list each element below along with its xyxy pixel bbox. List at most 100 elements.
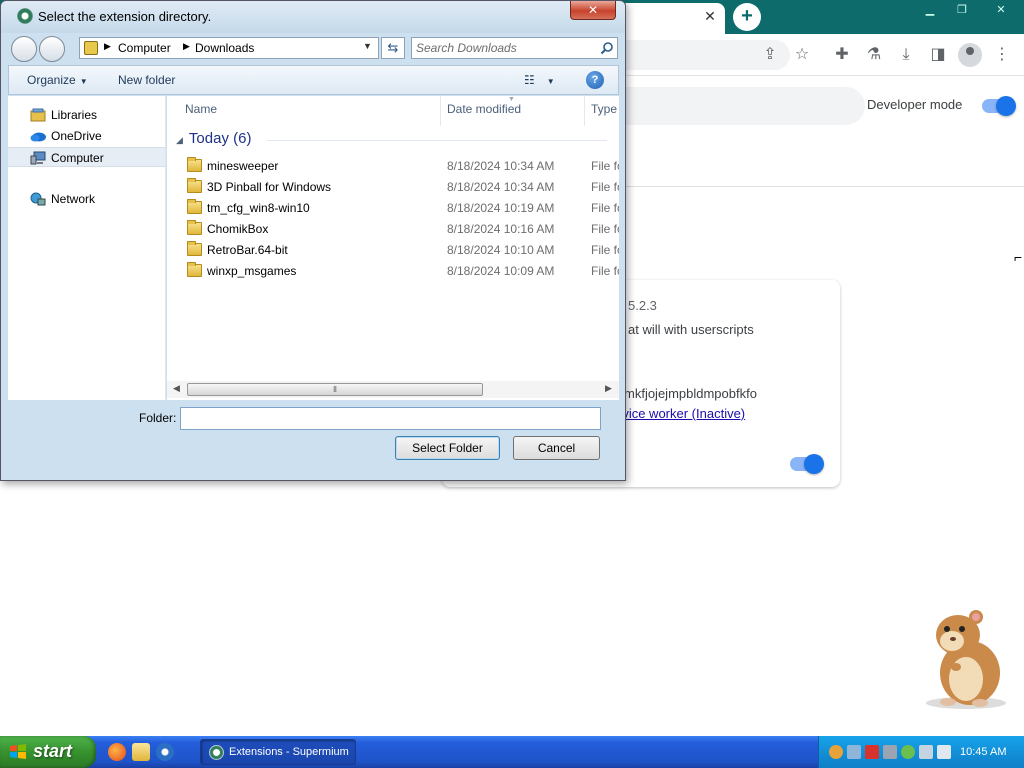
cancel-button[interactable]: Cancel	[513, 436, 600, 460]
taskbar: start Extensions - Supermium 10:45 AM	[0, 736, 1024, 768]
group-header-today[interactable]: ◢ Today (6)	[176, 130, 251, 147]
folder-input[interactable]	[180, 407, 601, 430]
column-header-name[interactable]: Name	[185, 102, 217, 116]
select-folder-dialog: Select the extension directory. ✕ ▶ Comp…	[0, 0, 626, 481]
address-dropdown-icon[interactable]: ▼	[363, 41, 372, 51]
folder-icon	[187, 262, 202, 277]
search-input[interactable]	[416, 40, 591, 56]
file-type: File fo	[591, 201, 619, 215]
dialog-close-button[interactable]: ✕	[570, 1, 616, 20]
column-header-type[interactable]: Type	[591, 102, 617, 116]
new-folder-button[interactable]: New folder	[118, 73, 175, 87]
tools-tray-icon[interactable]	[883, 745, 897, 759]
nav-item-libraries[interactable]: Libraries	[8, 105, 165, 125]
developer-mode-label: Developer mode	[867, 97, 963, 112]
clock[interactable]: 10:45 AM	[960, 746, 1006, 758]
extension-description: at will with userscripts	[628, 322, 754, 337]
status-tray-icon[interactable]	[901, 745, 915, 759]
search-box[interactable]	[411, 37, 618, 59]
computer-icon	[30, 151, 46, 165]
search-icon[interactable]	[600, 41, 614, 55]
breadcrumb-downloads[interactable]: Downloads	[195, 41, 254, 55]
scroll-right-icon[interactable]: ▶	[605, 383, 612, 394]
search-tray-icon[interactable]	[829, 745, 843, 759]
service-worker-link[interactable]: rvice worker (Inactive)	[618, 406, 745, 421]
security-shield-icon[interactable]	[865, 745, 879, 759]
file-type: File fo	[591, 222, 619, 236]
file-name: 3D Pinball for Windows	[207, 180, 332, 194]
minimize-icon[interactable]: ▁	[914, 0, 946, 20]
command-bar: Organize ▼ New folder ☷ ▼ ?	[8, 65, 619, 95]
file-type: File fo	[591, 159, 619, 173]
taskbar-button-extensions[interactable]: Extensions - Supermium	[200, 739, 356, 765]
firefox-icon[interactable]	[108, 743, 126, 761]
organize-menu[interactable]: Organize ▼	[27, 73, 88, 87]
file-date: 8/18/2024 10:34 AM	[447, 180, 555, 194]
file-date: 8/18/2024 10:34 AM	[447, 159, 555, 173]
browser-close-icon[interactable]: ✕	[978, 0, 1024, 20]
select-folder-button[interactable]: Select Folder	[395, 436, 500, 460]
column-header-date-modified[interactable]: Date modified	[447, 102, 521, 116]
file-date: 8/18/2024 10:19 AM	[447, 201, 555, 215]
folder-icon	[187, 157, 202, 172]
side-panel-icon[interactable]: ◨	[926, 43, 950, 67]
file-date: 8/18/2024 10:09 AM	[447, 264, 555, 278]
nav-label-computer: Computer	[51, 151, 104, 165]
file-row[interactable]: minesweeper 8/18/2024 10:34 AM File fo	[167, 155, 619, 176]
breadcrumb-separator-icon[interactable]: ▶	[183, 41, 190, 52]
download-icon[interactable]: ⤓	[894, 43, 918, 67]
scroll-left-icon[interactable]: ◀	[173, 383, 180, 394]
forward-button[interactable]	[39, 36, 65, 62]
file-explorer-icon[interactable]	[132, 743, 150, 761]
breadcrumb-separator-icon[interactable]: ▶	[104, 41, 111, 52]
nav-item-onedrive[interactable]: OneDrive	[8, 126, 165, 146]
profile-avatar[interactable]	[958, 43, 982, 67]
organize-label: Organize	[27, 73, 76, 87]
column-divider[interactable]	[584, 96, 585, 126]
lab-flask-icon[interactable]: ⚗	[862, 43, 886, 67]
display-tray-icon[interactable]	[919, 745, 933, 759]
folder-icon	[187, 199, 202, 214]
breadcrumb-computer[interactable]: Computer	[118, 41, 171, 55]
refresh-icon[interactable]: ⇆	[381, 37, 405, 59]
bookmark-star-icon[interactable]: ☆	[790, 43, 814, 67]
browser-quicklaunch-icon[interactable]	[156, 743, 174, 761]
group-header-label: Today (6)	[188, 130, 252, 147]
restore-icon[interactable]: ❐	[946, 0, 978, 20]
group-divider	[267, 140, 607, 141]
share-icon[interactable]: ⇪	[758, 43, 782, 67]
start-button[interactable]: start	[0, 736, 96, 768]
help-icon[interactable]: ?	[586, 71, 604, 89]
nav-item-computer[interactable]: Computer	[8, 147, 165, 167]
extension-enable-toggle[interactable]	[790, 454, 824, 474]
system-tray: 10:45 AM	[818, 736, 1024, 768]
column-divider[interactable]	[440, 96, 441, 126]
file-row[interactable]: tm_cfg_win8-win10 8/18/2024 10:19 AM Fil…	[167, 197, 619, 218]
extensions-puzzle-icon[interactable]: ✚	[830, 43, 854, 67]
nav-label-libraries: Libraries	[51, 108, 98, 122]
horizontal-scrollbar[interactable]: ◀ ⦀ ▶	[167, 381, 619, 398]
volume-muted-icon[interactable]	[937, 745, 951, 759]
file-row[interactable]: RetroBar.64-bit 8/18/2024 10:10 AM File …	[167, 239, 619, 260]
views-menu[interactable]: ☷ ▼	[524, 73, 555, 87]
menu-kebab-icon[interactable]: ⋮	[990, 43, 1014, 67]
folder-label: Folder:	[139, 411, 177, 425]
dialog-title-bar[interactable]: Select the extension directory. ✕	[1, 1, 625, 33]
tab-close-icon[interactable]: ✕	[700, 6, 720, 26]
new-tab-button[interactable]: +	[733, 3, 761, 31]
hamster-desktop-pet[interactable]	[918, 605, 1010, 710]
back-button[interactable]	[11, 36, 37, 62]
folder-location-icon	[84, 41, 98, 55]
file-row[interactable]: ChomikBox 8/18/2024 10:16 AM File fo	[167, 218, 619, 239]
file-row[interactable]: winxp_msgames 8/18/2024 10:09 AM File fo	[167, 260, 619, 281]
file-name: winxp_msgames	[207, 264, 297, 278]
file-date: 8/18/2024 10:16 AM	[447, 222, 555, 236]
address-breadcrumb-bar[interactable]: ▶ Computer ▶ Downloads ▼	[79, 37, 379, 59]
scrollbar-thumb[interactable]: ⦀	[187, 383, 483, 396]
nav-label-onedrive: OneDrive	[51, 129, 102, 143]
developer-mode-toggle[interactable]	[982, 96, 1016, 116]
nav-item-network[interactable]: Network	[8, 189, 165, 209]
navigation-pane: Libraries OneDrive Computer Network	[8, 96, 166, 400]
file-row[interactable]: 3D Pinball for Windows 8/18/2024 10:34 A…	[167, 176, 619, 197]
network-tray-icon[interactable]	[847, 745, 861, 759]
